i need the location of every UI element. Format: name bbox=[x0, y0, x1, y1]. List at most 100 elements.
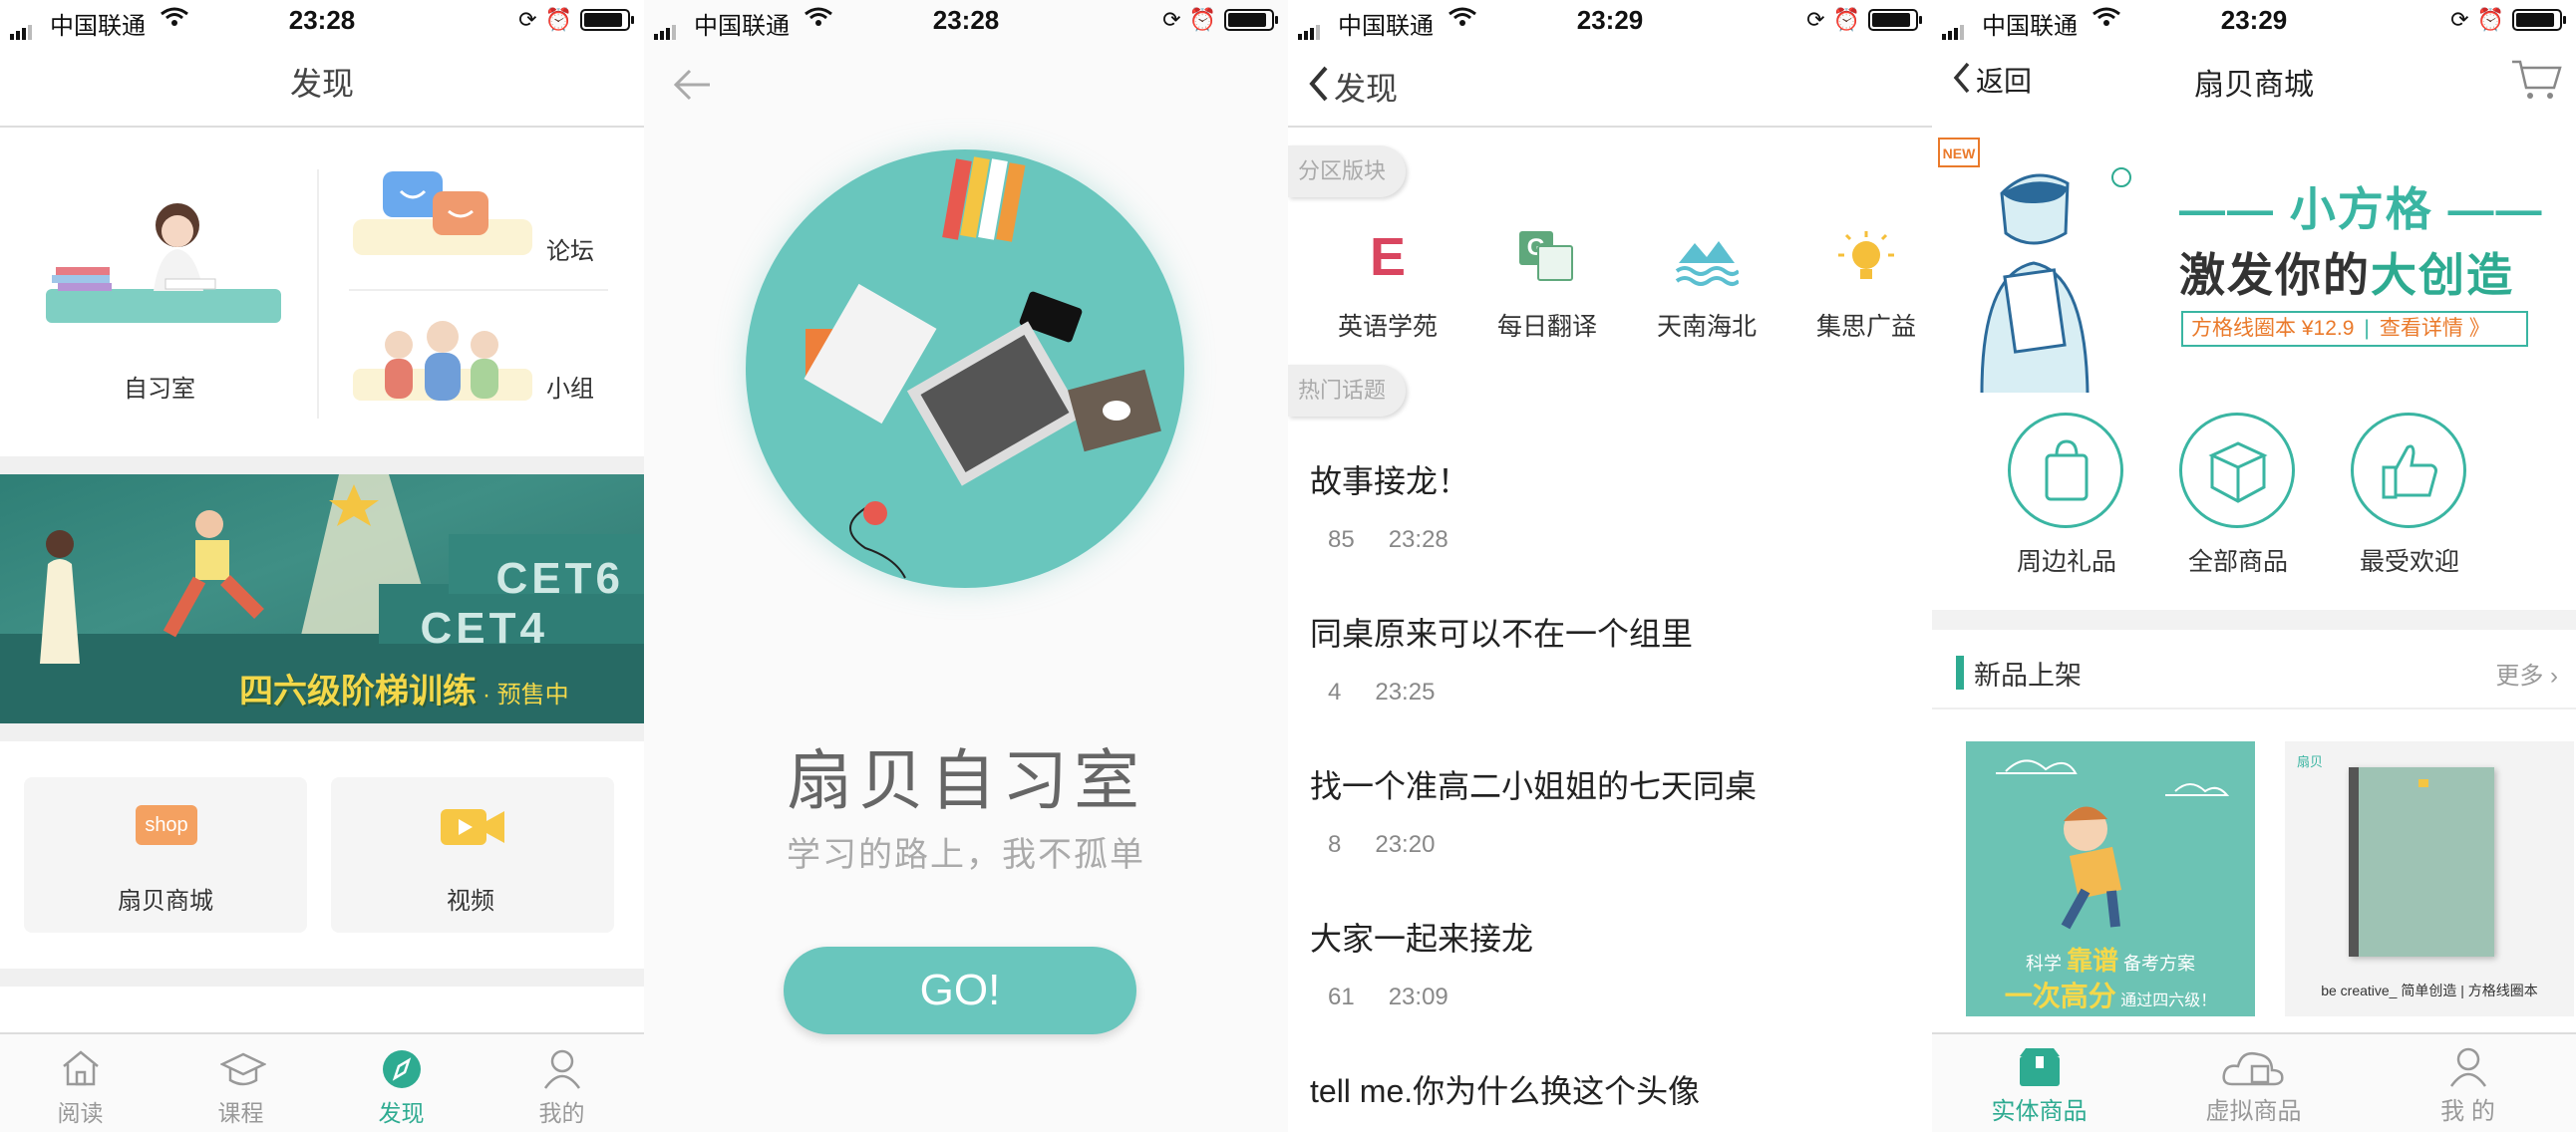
rotation-lock-icon: ⟳ bbox=[2450, 7, 2469, 32]
chat-bubbles-icon bbox=[353, 171, 532, 255]
tab-virtual-goods[interactable]: 虚拟商品 bbox=[2146, 1034, 2361, 1132]
topic-reply-count: 8 bbox=[1328, 831, 1342, 858]
product-text-2a: 一次高分 bbox=[2004, 981, 2116, 1011]
topic-title: tell me.你为什么换这个头像 bbox=[1310, 1073, 1701, 1109]
graduation-cap-icon bbox=[220, 1052, 266, 1086]
back-arrow-icon[interactable] bbox=[668, 60, 718, 115]
product-text-1b: 靠谱 bbox=[2066, 946, 2118, 976]
status-bar: 中国联通 23:29 ⟳ ⏰ bbox=[1288, 0, 1932, 40]
promo-price: 方格线圈本 ¥12.9 bbox=[2191, 317, 2355, 340]
alarm-icon: ⏰ bbox=[1832, 7, 1860, 32]
banner-badge: · 预售中 bbox=[483, 682, 569, 708]
topic-item[interactable]: 同桌原来可以不在一个组里 4 23:25 bbox=[1310, 609, 1908, 707]
more-label: 更多 bbox=[2495, 663, 2544, 690]
topic-reply-count: 61 bbox=[1328, 984, 1355, 1010]
notebook-image bbox=[2349, 767, 2494, 957]
tab-me[interactable]: 我的 bbox=[482, 1034, 642, 1132]
topic-time: 23:25 bbox=[1375, 679, 1436, 706]
topic-item[interactable]: tell me.你为什么换这个头像 bbox=[1310, 1066, 1908, 1112]
group-label: 小组 bbox=[546, 376, 594, 403]
promo-details-link[interactable]: 查看详情 》 bbox=[2380, 317, 2490, 340]
tab-discover-label: 发现 bbox=[378, 1100, 425, 1126]
tab-mine[interactable]: 我 的 bbox=[2361, 1034, 2575, 1132]
group-people-icon bbox=[353, 321, 532, 401]
category-english-label: 英语学苑 bbox=[1337, 313, 1438, 341]
topic-reply-count: 85 bbox=[1328, 526, 1355, 553]
cloud-bag-icon bbox=[2221, 1052, 2284, 1086]
tab-discover[interactable]: 发现 bbox=[321, 1034, 482, 1132]
product-caption: be creative_ 简单创造 | 方格线圈本 bbox=[2321, 983, 2538, 998]
user-icon bbox=[543, 1049, 581, 1089]
compass-icon bbox=[383, 1050, 421, 1088]
product-text-1c: 备考方案 bbox=[2123, 954, 2196, 974]
study-room-subtitle: 学习的路上，我不孤单 bbox=[787, 836, 1145, 874]
video-camera-icon bbox=[441, 809, 504, 845]
promo-banner[interactable]: NEW —— 小方格 —— 激发你的大创造 方格线圈本 ¥12.9 | 查看详情 》 bbox=[1932, 124, 2576, 393]
status-bar: 中国联通 23:28 ⟳ ⏰ bbox=[0, 0, 644, 40]
nav-bar: 发现 bbox=[1288, 40, 1932, 128]
topic-title: 大家一起来接龙 bbox=[1310, 921, 1534, 957]
study-room-title: 扇贝自习室 bbox=[787, 743, 1145, 817]
alarm-icon: ⏰ bbox=[2476, 7, 2504, 32]
forum-screen: 中国联通 23:29 ⟳ ⏰ 发现 分区版块 E 英语学苑 G 每日翻译 天南海北… bbox=[1288, 0, 1932, 1132]
topic-reply-count: 4 bbox=[1328, 679, 1342, 706]
category-merch-label: 周边礼品 bbox=[2016, 548, 2116, 576]
topic-title: 找一个准高二小姐姐的七天同桌 bbox=[1310, 768, 1758, 804]
back-button[interactable] bbox=[1306, 64, 1330, 109]
cart-icon bbox=[2512, 60, 2562, 99]
study-room-entry[interactable]: 自习室 bbox=[0, 130, 317, 428]
alarm-icon: ⏰ bbox=[1188, 7, 1216, 32]
cart-button[interactable] bbox=[2510, 58, 2562, 107]
tab-bar: 阅读 课程 发现 我的 bbox=[0, 1032, 644, 1132]
category-brainstorm[interactable]: 集思广益 bbox=[1786, 225, 1932, 341]
more-link[interactable]: 更多 › bbox=[2495, 656, 2558, 691]
product-card[interactable]: 科学 靠谱 备考方案 一次高分 通过四六级！ bbox=[1966, 741, 2255, 1016]
tab-courses[interactable]: 课程 bbox=[161, 1034, 321, 1132]
shop-card[interactable]: shop 扇贝商城 bbox=[24, 777, 307, 933]
rotation-lock-icon: ⟳ bbox=[1162, 7, 1181, 32]
forum-entry[interactable]: 论坛 bbox=[349, 169, 618, 289]
topic-item[interactable]: 大家一起来接龙 61 23:09 bbox=[1310, 914, 1908, 1011]
cet-training-banner[interactable]: CET6 CET4 四六级阶梯训练 · 预售中 bbox=[0, 474, 644, 723]
status-bar: 中国联通 23:29 ⟳ ⏰ bbox=[1932, 0, 2576, 40]
battery-icon bbox=[1868, 9, 1922, 31]
topic-item[interactable]: 故事接龙！ 85 23:28 bbox=[1310, 456, 1908, 554]
study-room-screen: 中国联通 23:28 ⟳ ⏰ 扇贝自习室 学习的路上，我不孤单 GO! bbox=[644, 0, 1288, 1132]
product-illustration bbox=[1996, 759, 2230, 930]
group-entry[interactable]: 小组 bbox=[349, 309, 618, 428]
page-title: 发现 bbox=[0, 40, 644, 128]
category-popular-label: 最受欢迎 bbox=[2359, 548, 2459, 576]
promo-price-bar[interactable]: 方格线圈本 ¥12.9 | 查看详情 》 bbox=[2181, 311, 2528, 347]
category-translation[interactable]: G 每日翻译 bbox=[1467, 225, 1627, 341]
product-text-1a: 科学 bbox=[2025, 954, 2062, 974]
topic-time: 23:09 bbox=[1388, 984, 1449, 1010]
category-all-label: 全部商品 bbox=[2187, 548, 2288, 576]
shop-icon: shop bbox=[136, 805, 197, 845]
tab-mine-label: 我 的 bbox=[2440, 1098, 2495, 1125]
lightbulb-icon bbox=[1838, 231, 1894, 279]
new-arrivals-header: 新品上架 更多 › bbox=[1932, 634, 2576, 709]
box-icon bbox=[2179, 413, 2295, 528]
video-card[interactable]: 视频 bbox=[331, 777, 614, 933]
chevron-left-icon bbox=[1309, 66, 1328, 102]
page-title: 扇贝商城 bbox=[2194, 69, 2314, 102]
desk-illustration bbox=[746, 149, 1184, 588]
tab-read[interactable]: 阅读 bbox=[0, 1034, 161, 1132]
section-label-zones: 分区版块 bbox=[1288, 145, 1407, 197]
go-button[interactable]: GO! bbox=[784, 947, 1136, 1034]
topic-item[interactable]: 找一个准高二小姐姐的七天同桌 8 23:20 bbox=[1310, 761, 1908, 859]
category-translation-label: 每日翻译 bbox=[1496, 313, 1597, 341]
banner-cet6: CET6 bbox=[495, 554, 624, 603]
topic-time: 23:28 bbox=[1388, 526, 1449, 553]
product-card[interactable]: 扇贝 be creative_ 简单创造 | 方格线圈本 bbox=[2285, 741, 2574, 1016]
thumbs-up-icon bbox=[2351, 413, 2466, 528]
shop-card-label: 扇贝商城 bbox=[118, 888, 213, 915]
video-card-label: 视频 bbox=[447, 888, 494, 915]
category-anywhere[interactable]: 天南海北 bbox=[1627, 225, 1786, 341]
study-room-label: 自习室 bbox=[124, 376, 195, 403]
english-e-icon: E bbox=[1369, 227, 1407, 287]
tab-physical-goods[interactable]: 实体商品 bbox=[1932, 1034, 2146, 1132]
category-english[interactable]: E 英语学苑 bbox=[1308, 225, 1467, 341]
section-title: 新品上架 bbox=[1974, 661, 2082, 691]
home-icon bbox=[63, 1050, 99, 1086]
